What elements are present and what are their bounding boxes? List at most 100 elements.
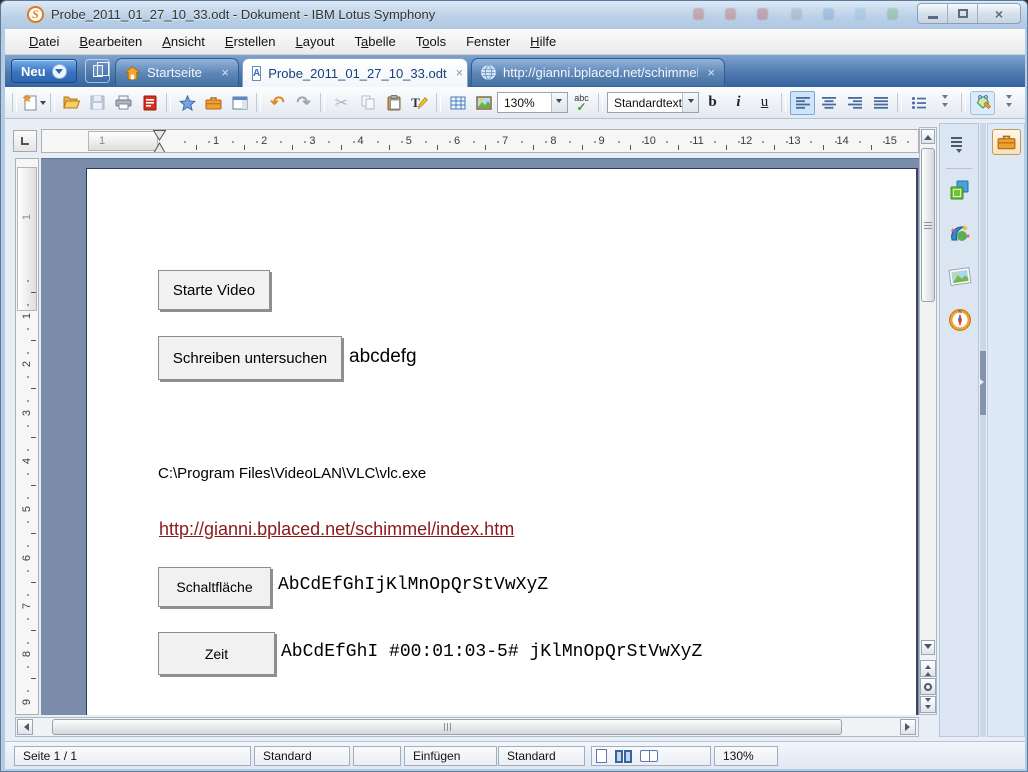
tab-probe-document[interactable]: A Probe_2011_01_27_10_33.odt × [242, 58, 468, 87]
toolbar-separator [436, 93, 441, 112]
align-left-button[interactable] [790, 91, 815, 115]
chevron-down-icon[interactable] [52, 64, 67, 79]
schimmel-hyperlink[interactable]: http://gianni.bplaced.net/schimmel/index… [159, 519, 514, 540]
scroll-left-button[interactable] [17, 719, 33, 735]
ruler-number: 7 [21, 603, 33, 609]
sidebar-splitter[interactable] [980, 123, 986, 737]
cut-button[interactable]: ✂ [329, 91, 354, 115]
menu-item-datei[interactable]: Datei [19, 31, 69, 52]
underline-button[interactable]: u [752, 91, 777, 115]
scroll-right-button[interactable] [900, 719, 916, 735]
spellcheck-button[interactable]: abc ✓ [569, 91, 594, 115]
indent-marker[interactable] [153, 130, 166, 153]
menu-item-layout[interactable]: Layout [285, 31, 344, 52]
ruler-number: 6 [21, 554, 33, 560]
schaltflaeche-button[interactable]: Schaltfläche [158, 567, 271, 607]
tab-close-icon[interactable]: × [707, 67, 715, 79]
toolbox-button[interactable] [201, 91, 226, 115]
inspect-writing-button[interactable]: Schreiben untersuchen [158, 336, 342, 380]
horizontal-scroll-thumb[interactable] [52, 719, 842, 735]
h-ruler[interactable]: 1123456789101112131415 [41, 129, 919, 153]
new-document-toolbar-button[interactable] [21, 91, 46, 115]
undo-button[interactable]: ↶ [265, 91, 290, 115]
paste-button[interactable] [381, 91, 406, 115]
status-insert-mode[interactable]: Einfügen [404, 746, 497, 766]
gallery-button[interactable] [471, 91, 496, 115]
vertical-scrollbar[interactable] [919, 127, 937, 715]
start-video-button[interactable]: Starte Video [158, 270, 270, 310]
align-justify-button[interactable] [868, 91, 893, 115]
book-view-icon[interactable] [640, 750, 658, 762]
toolbar-overflow-button[interactable] [996, 91, 1021, 115]
close-button[interactable]: × [978, 4, 1020, 23]
tab-browser[interactable]: http://gianni.bplaced.net/schimmel/... × [471, 58, 725, 86]
format-brush-button[interactable]: T [407, 91, 432, 115]
multi-page-view-icon[interactable] [615, 750, 632, 763]
ruler-origin-button[interactable] [13, 130, 37, 152]
new-document-button[interactable]: Neu [11, 59, 77, 83]
ruler-tick [27, 449, 29, 451]
scroll-down-button[interactable] [921, 640, 935, 655]
menu-item-ansicht[interactable]: Ansicht [152, 31, 215, 52]
scroll-up-button[interactable] [921, 129, 935, 144]
app-logo-icon[interactable]: S [27, 6, 44, 23]
toolbar-separator [961, 93, 966, 112]
menu-item-fenster[interactable]: Fenster [456, 31, 520, 52]
print-button[interactable] [111, 91, 136, 115]
open-button[interactable] [59, 91, 84, 115]
tab-close-icon[interactable]: × [221, 67, 229, 79]
document-page[interactable]: Starte Video Schreiben untersuchen abcde… [86, 168, 918, 715]
align-center-button[interactable] [816, 91, 841, 115]
maximize-button[interactable] [948, 4, 978, 23]
tab-close-icon[interactable]: × [456, 67, 464, 79]
toolbox-panel-button[interactable] [992, 129, 1021, 155]
menu-item-tools[interactable]: Tools [406, 31, 456, 52]
minimize-button[interactable] [918, 4, 948, 23]
menu-item-hilfe[interactable]: Hilfe [520, 31, 566, 52]
toolbar-overflow-button[interactable] [932, 91, 957, 115]
single-page-view-icon[interactable] [596, 749, 607, 763]
italic-button[interactable]: i [726, 91, 751, 115]
zoom-combobox[interactable]: 130% [497, 92, 568, 113]
status-zoom[interactable]: 130% [714, 746, 778, 766]
arrow-right-icon [905, 723, 914, 731]
export-pdf-button[interactable] [137, 91, 162, 115]
bullet-list-button[interactable] [906, 91, 931, 115]
vertical-scroll-thumb[interactable] [921, 148, 935, 302]
redo-button[interactable]: ↷ [291, 91, 316, 115]
table-button[interactable] [445, 91, 470, 115]
sidebar-menu-icon[interactable] [951, 137, 962, 156]
ruler-tick [521, 141, 523, 143]
horizontal-scrollbar[interactable] [15, 717, 919, 737]
menu-item-tabelle[interactable]: Tabelle [345, 31, 406, 52]
panel-button[interactable] [227, 91, 252, 115]
next-page-button[interactable] [920, 696, 936, 713]
favorites-button[interactable] [175, 91, 200, 115]
main-toolbar: ↶ ↷ ✂ T 130% abc ✓ Standardtex [5, 87, 1025, 119]
vlc-path-text: C:\Program Files\VideoLAN\VLC\vlc.exe [158, 465, 426, 482]
draw-shape-button[interactable] [970, 91, 995, 115]
maximize-icon [958, 9, 968, 18]
menu-item-erstellen[interactable]: Erstellen [215, 31, 286, 52]
ruler-tick [726, 145, 727, 150]
previous-page-button[interactable] [920, 660, 936, 677]
align-right-button[interactable] [842, 91, 867, 115]
paragraph-style-combobox[interactable]: Standardtext [607, 92, 699, 113]
blocks-icon[interactable] [948, 178, 972, 202]
chevron-down-icon[interactable] [551, 93, 567, 112]
chevron-down-icon[interactable] [682, 93, 698, 112]
copy-button[interactable] [355, 91, 380, 115]
save-icon [90, 95, 105, 110]
v-ruler[interactable]: 1123456789 [15, 158, 39, 715]
document-viewport[interactable]: Starte Video Schreiben untersuchen abcde… [41, 158, 919, 715]
bold-button[interactable]: b [700, 91, 725, 115]
duplicate-tab-button[interactable] [85, 59, 110, 83]
save-button[interactable] [85, 91, 110, 115]
tab-startseite[interactable]: Startseite × [115, 58, 239, 86]
menu-item-bearbeiten[interactable]: Bearbeiten [69, 31, 152, 52]
clipart-icon[interactable] [948, 222, 972, 246]
zeit-button[interactable]: Zeit [158, 632, 275, 675]
picture-icon[interactable] [948, 265, 972, 289]
compass-icon[interactable]: N [948, 308, 972, 332]
navigation-button[interactable] [920, 678, 936, 695]
